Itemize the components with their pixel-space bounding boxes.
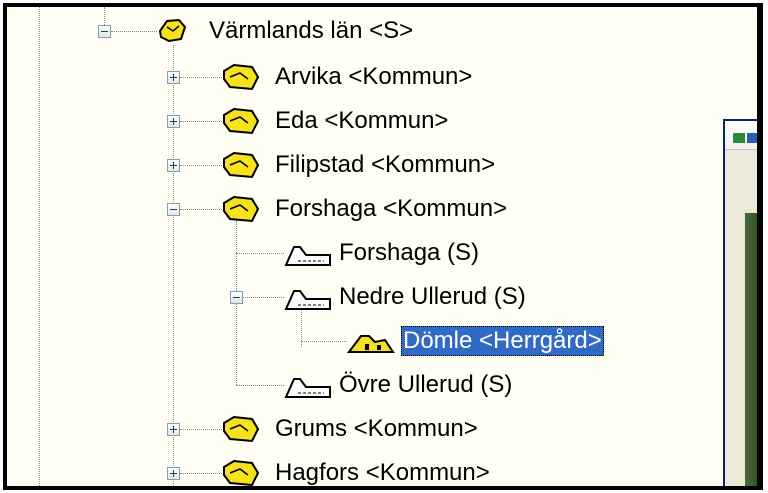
tree-item-label-selected[interactable]: Dömle <Herrgård>: [401, 326, 604, 356]
tree-item-label[interactable]: Övre Ullerud (S): [337, 370, 514, 400]
manor-icon: [347, 335, 395, 353]
tree-line: [180, 429, 222, 430]
expand-button[interactable]: [167, 423, 180, 436]
tree-line: [180, 121, 222, 122]
tree-line: [243, 297, 284, 298]
tree-item-label[interactable]: Värmlands län <S>: [207, 16, 415, 46]
tree-line: [180, 473, 222, 474]
tree-item-label[interactable]: Hagfors <Kommun>: [273, 458, 492, 486]
municipality-icon: [223, 459, 260, 486]
tree-item-label[interactable]: Arvika <Kommun>: [273, 62, 474, 92]
preview-window-titlebar[interactable]: [725, 121, 757, 150]
county-icon: [158, 18, 187, 43]
tree-item-label[interactable]: Grums <Kommun>: [273, 414, 480, 444]
expand-button[interactable]: [167, 115, 180, 128]
tree-line: [111, 31, 157, 32]
parish-icon: [284, 378, 331, 398]
expand-button[interactable]: [167, 71, 180, 84]
municipality-icon: [223, 195, 260, 223]
tree-line: [39, 7, 40, 486]
preview-image: [745, 213, 757, 486]
expand-button[interactable]: [167, 159, 180, 172]
app-icon: [733, 133, 757, 143]
tree-item-label[interactable]: Filipstad <Kommun>: [273, 150, 497, 180]
tree-line: [180, 77, 222, 78]
parish-icon: [284, 246, 331, 266]
tree-item-label[interactable]: Forshaga (S): [337, 238, 481, 268]
municipality-icon: [223, 151, 260, 179]
parish-icon: [284, 290, 331, 310]
collapse-button[interactable]: [167, 203, 180, 216]
tree-item-label[interactable]: Nedre Ullerud (S): [337, 282, 528, 312]
collapse-button[interactable]: [230, 291, 243, 304]
municipality-icon: [223, 415, 260, 443]
preview-window[interactable]: [723, 119, 757, 486]
tree-line: [301, 341, 347, 342]
municipality-icon: [223, 107, 260, 135]
tree-line: [236, 385, 284, 386]
tree-item-label[interactable]: Eda <Kommun>: [273, 106, 450, 136]
expand-button[interactable]: [167, 467, 180, 480]
tree-line: [104, 7, 105, 25]
tree-line: [180, 165, 222, 166]
tree-line: [236, 253, 284, 254]
tree-panel: Värmlands län <S> Arvika <Kommun> Eda <K…: [3, 3, 763, 490]
tree-line: [180, 209, 222, 210]
municipality-icon: [223, 63, 260, 91]
tree-item-label[interactable]: Forshaga <Kommun>: [273, 194, 509, 224]
collapse-button[interactable]: [98, 25, 111, 38]
